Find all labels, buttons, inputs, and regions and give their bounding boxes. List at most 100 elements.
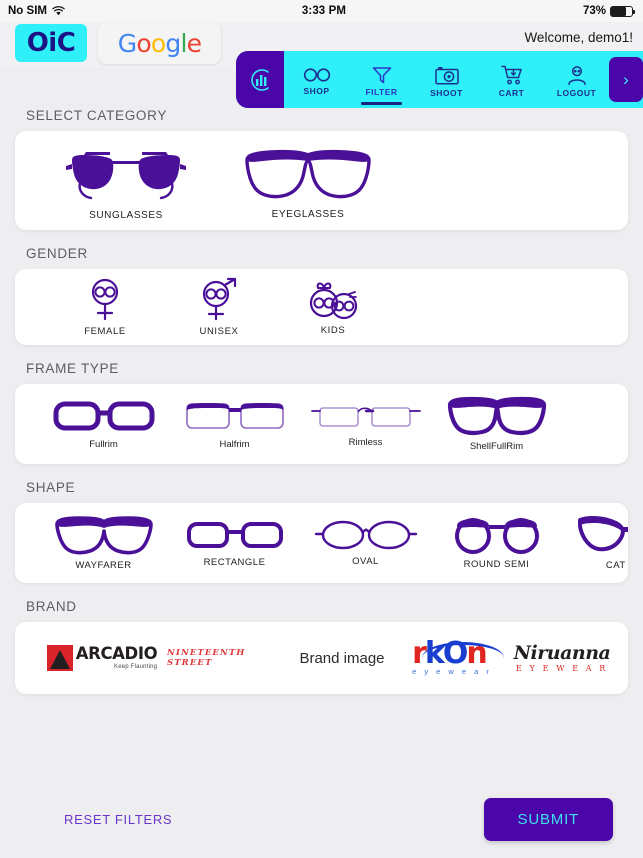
kids-faces-glasses-icon <box>305 279 361 321</box>
option-unisex[interactable]: UNISEX <box>162 277 276 337</box>
fullrim-frame-icon <box>52 398 156 434</box>
option-cat-eye[interactable]: CAT EYE <box>562 515 628 571</box>
status-bar-right: 73% <box>582 5 636 17</box>
battery-icon <box>610 5 636 17</box>
nav-item-label: CART <box>498 88 525 98</box>
nav-item-shop[interactable]: SHOP <box>284 51 349 108</box>
nav-item-label: FILTER <box>365 87 398 97</box>
section-title: SHAPE <box>26 480 76 495</box>
category-options-card: SUNGLASSES EYEGLASSES <box>15 131 628 230</box>
option-label: KIDS <box>320 324 346 336</box>
submit-button[interactable]: SUBMIT <box>483 797 613 841</box>
option-eyeglasses[interactable]: EYEGLASSES <box>217 148 399 220</box>
nav-next-button[interactable]: › <box>609 57 643 102</box>
rimless-frame-icon <box>310 400 422 432</box>
option-label: CAT EYE <box>605 560 628 571</box>
aviator-sunglasses-icon <box>64 147 188 205</box>
status-bar-left: No SIM <box>8 5 65 17</box>
app-screen: No SIM 3:33 PM 73% OiC Google Welcome, d… <box>0 0 643 858</box>
ios-status-bar: No SIM 3:33 PM 73% <box>0 0 643 22</box>
option-label: ROUND SEMI <box>463 559 530 570</box>
option-label: SUNGLASSES <box>89 209 163 221</box>
filter-actions: RESET FILTERS SUBMIT <box>0 780 643 858</box>
section-title: GENDER <box>26 246 88 261</box>
battery-percent-label: 73% <box>582 5 606 17</box>
nav-item-logout[interactable]: LOGOUT <box>544 51 609 108</box>
option-sunglasses[interactable]: SUNGLASSES <box>35 147 217 221</box>
oval-shape-icon <box>314 519 418 551</box>
section-gender: GENDER FEMALE UNISEX KIDS <box>0 246 643 345</box>
option-wayfarer[interactable]: WAYFARER <box>38 515 169 571</box>
gender-options-card: FEMALE UNISEX KIDS <box>15 269 628 345</box>
option-round-semi[interactable]: ROUND SEMI <box>431 516 562 570</box>
option-label: EYEGLASSES <box>271 208 345 220</box>
welcome-message: Welcome, demo1! <box>524 30 633 45</box>
option-label: FEMALE <box>84 326 126 337</box>
nav-item-label: SHOOT <box>430 87 463 98</box>
section-title: SELECT CATEGORY <box>26 108 168 123</box>
brand-nineteenth-street[interactable]: NINETEENTH STREET <box>167 622 287 694</box>
nav-item-shoot[interactable]: SHOOT <box>414 51 479 108</box>
funnel-icon <box>372 66 392 84</box>
brand-name: Niruanna <box>513 641 611 664</box>
option-female[interactable]: FEMALE <box>48 277 162 337</box>
brand-tagline: Keep Flaunting <box>114 663 158 670</box>
option-rimless[interactable]: Rimless <box>300 400 431 448</box>
section-frame-type: FRAME TYPE Fullrim Halfrim Rimless Shell… <box>0 361 643 464</box>
user-icon <box>565 65 589 85</box>
brand-name: Brand image <box>299 649 385 667</box>
wayfarer-shape-icon <box>54 515 154 555</box>
section-title: FRAME TYPE <box>26 361 120 376</box>
brand-options-card: ARCADIO Keep Flaunting NINETEENTH STREET… <box>15 622 628 694</box>
option-rectangle[interactable]: RECTANGLE <box>169 518 300 568</box>
brand-niruanna[interactable]: Niruanna E Y E W E A R <box>507 622 617 694</box>
option-label: Fullrim <box>89 439 118 450</box>
option-label: OVAL <box>352 556 379 567</box>
option-shellfullrim[interactable]: ShellFullRim <box>431 396 562 452</box>
female-symbol-glasses-icon <box>85 277 125 322</box>
glasses-icon <box>303 67 331 83</box>
option-label: Rimless <box>348 437 383 448</box>
shape-options-card: WAYFARER RECTANGLE OVAL ROUND SEMI CAT <box>15 503 628 583</box>
nav-item-filter[interactable]: FILTER <box>349 51 414 108</box>
carrier-label: No SIM <box>8 5 47 17</box>
option-label: Halfrim <box>219 439 250 450</box>
brand-arcadio[interactable]: ARCADIO Keep Flaunting <box>37 622 167 694</box>
round-semi-shape-icon <box>449 516 545 554</box>
section-category: SELECT CATEGORY SUNGLASSES EYEGLASSES <box>0 108 643 230</box>
frame-type-options-card: Fullrim Halfrim Rimless ShellFullRim <box>15 384 628 464</box>
reset-filters-button[interactable]: RESET FILTERS <box>30 804 206 835</box>
filter-content: SELECT CATEGORY SUNGLASSES EYEGLASSES GE… <box>0 108 643 858</box>
main-navigation: SHOP FILTER SHOOT CART LOGOUT › <box>236 51 643 108</box>
nav-item-label: SHOP <box>303 86 330 96</box>
shellfullrim-frame-icon <box>447 396 547 436</box>
cart-icon <box>500 65 523 85</box>
nav-item-cart[interactable]: CART <box>479 51 544 108</box>
oic-logo[interactable]: OiC <box>15 24 87 62</box>
option-halfrim[interactable]: Halfrim <box>169 398 300 450</box>
section-title: BRAND <box>26 599 77 614</box>
halfrim-frame-icon <box>183 398 287 434</box>
wifi-icon <box>52 6 65 16</box>
camera-icon <box>434 66 459 85</box>
google-logo[interactable]: Google <box>98 22 221 64</box>
brand-tagline: E Y E W E A R <box>516 663 608 673</box>
option-label: ShellFullRim <box>469 441 524 452</box>
option-kids[interactable]: KIDS <box>276 279 390 336</box>
oic-logo-text: OiC <box>26 28 76 58</box>
circle-bars-logo-icon[interactable] <box>236 51 284 108</box>
section-shape: SHAPE WAYFARER RECTANGLE OVAL ROUND SEMI… <box>0 480 643 583</box>
option-label: RECTANGLE <box>203 557 266 568</box>
eyeglasses-icon <box>241 148 375 204</box>
option-oval[interactable]: OVAL <box>300 519 431 567</box>
brand-image-placeholder[interactable]: Brand image <box>287 622 397 694</box>
unisex-symbol-glasses-icon <box>197 277 241 322</box>
clock: 3:33 PM <box>301 5 347 17</box>
brand-ikon[interactable]: rkOn e y e w e a r <box>397 622 507 694</box>
section-brand: BRAND ARCADIO Keep Flaunting NINETEENTH … <box>0 599 643 694</box>
option-label: WAYFARER <box>75 560 132 571</box>
cat-eye-shape-icon <box>577 515 628 555</box>
brand-name: NINETEENTH STREET <box>167 648 246 668</box>
brand-tagline: e y e w e a r <box>412 667 492 677</box>
option-fullrim[interactable]: Fullrim <box>38 398 169 450</box>
